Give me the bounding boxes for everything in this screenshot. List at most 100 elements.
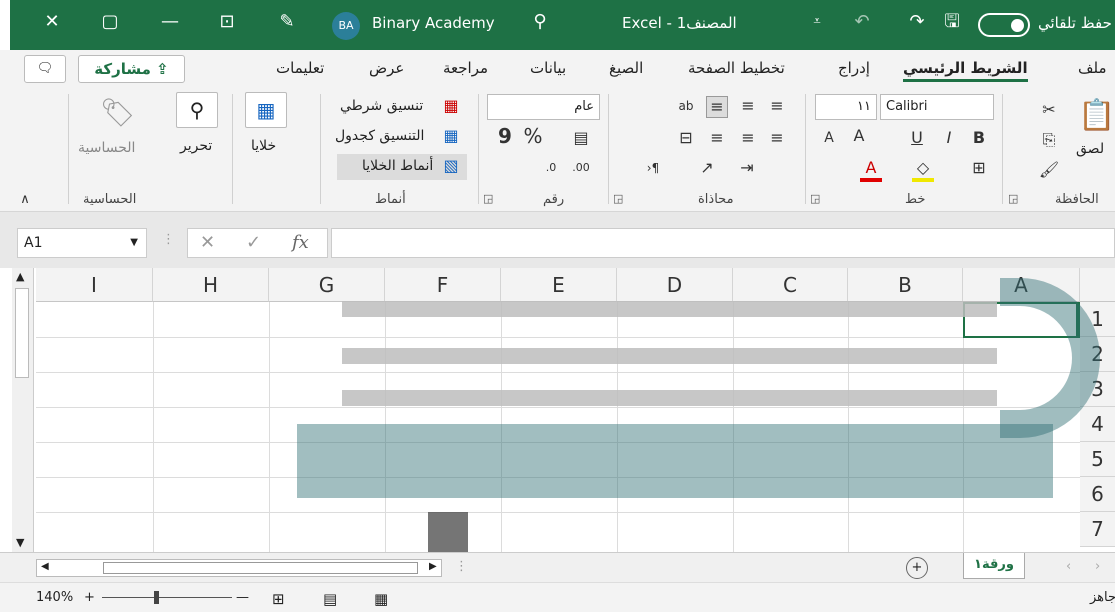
indent-icon[interactable]: ⇥ bbox=[736, 158, 758, 178]
conditional-formatting-icon[interactable]: ▦ bbox=[440, 96, 462, 116]
page-break-view-icon[interactable]: ⊞ bbox=[272, 590, 285, 608]
bold-button[interactable]: B bbox=[968, 128, 990, 148]
alignment-launcher-icon[interactable]: ◲ bbox=[613, 192, 623, 205]
sensitivity-label[interactable]: الحساسية bbox=[78, 140, 135, 156]
row-header-6[interactable]: 6 bbox=[1080, 477, 1115, 512]
autosave-toggle[interactable] bbox=[978, 13, 1030, 37]
increase-font-icon[interactable]: A bbox=[848, 126, 870, 146]
column-header-b[interactable]: B bbox=[848, 268, 963, 302]
increase-decimal-icon[interactable]: .0 bbox=[540, 158, 562, 178]
borders-icon[interactable]: ⊞ bbox=[968, 158, 990, 178]
underline-button[interactable]: U bbox=[906, 128, 928, 148]
text-direction-icon[interactable]: ›¶ bbox=[642, 158, 664, 178]
row-header-5[interactable]: 5 bbox=[1080, 442, 1115, 477]
drag-handle-icon[interactable]: ⋮ bbox=[162, 232, 175, 247]
customize-qat-icon[interactable]: ⩡ bbox=[805, 10, 829, 34]
tab-help[interactable]: تعليمات bbox=[276, 59, 324, 77]
percent-button[interactable]: % bbox=[522, 126, 544, 146]
column-header-g[interactable]: G bbox=[269, 268, 385, 302]
decrease-decimal-icon[interactable]: .00 bbox=[570, 158, 592, 178]
align-bottom-icon[interactable]: ≡ bbox=[706, 96, 728, 118]
tab-data[interactable]: بيانات bbox=[530, 59, 566, 77]
number-launcher-icon[interactable]: ◲ bbox=[483, 192, 493, 205]
collapse-ribbon-icon[interactable]: ∧ bbox=[14, 190, 36, 210]
sheet-tab-1[interactable]: ورقة١ bbox=[963, 553, 1025, 579]
wrap-text-icon[interactable]: ab bbox=[675, 96, 697, 116]
cut-icon[interactable]: ✂ bbox=[1038, 100, 1060, 120]
enter-icon[interactable]: ✓ bbox=[246, 229, 261, 257]
row-header-7[interactable]: 7 bbox=[1080, 512, 1115, 547]
paste-label[interactable]: لصق bbox=[1076, 141, 1104, 157]
prev-sheet-icon[interactable]: ‹ bbox=[1066, 559, 1071, 574]
align-middle-icon[interactable]: ≡ bbox=[737, 96, 759, 116]
cells-label[interactable]: خلايا bbox=[251, 138, 276, 154]
font-color-icon[interactable]: A bbox=[860, 158, 882, 182]
insert-function-icon[interactable]: fx bbox=[292, 229, 309, 257]
tab-insert[interactable]: إدراج bbox=[838, 59, 870, 77]
column-header-c[interactable]: C bbox=[733, 268, 848, 302]
comments-button[interactable]: 🗨 bbox=[24, 55, 66, 83]
align-center-icon[interactable]: ≡ bbox=[737, 128, 759, 148]
select-all-corner[interactable] bbox=[1080, 268, 1115, 302]
editing-label[interactable]: تحرير bbox=[180, 138, 212, 154]
tab-view[interactable]: عرض bbox=[369, 59, 404, 77]
page-layout-view-icon[interactable]: ▤ bbox=[323, 590, 337, 608]
font-size-select[interactable]: ١١ bbox=[815, 94, 877, 120]
horizontal-scrollbar[interactable]: ◀ ▶ bbox=[36, 559, 442, 577]
column-header-d[interactable]: D bbox=[617, 268, 733, 302]
align-right-icon[interactable]: ≡ bbox=[766, 128, 788, 148]
scroll-up-icon[interactable]: ▲ bbox=[16, 270, 24, 283]
paste-icon[interactable]: 📋 bbox=[1078, 98, 1115, 134]
zoom-in-icon[interactable]: + bbox=[84, 590, 95, 605]
editing-button[interactable]: ⚲ bbox=[176, 92, 218, 128]
tab-review[interactable]: مراجعة bbox=[443, 59, 488, 77]
scroll-right-icon[interactable]: ▶ bbox=[429, 561, 437, 572]
scroll-left-icon[interactable]: ◀ bbox=[41, 561, 49, 572]
column-header-e[interactable]: E bbox=[501, 268, 617, 302]
merge-center-icon[interactable]: ⊟ bbox=[675, 128, 697, 148]
zoom-slider-thumb[interactable] bbox=[154, 591, 159, 604]
redo-icon[interactable]: ↷ bbox=[905, 10, 929, 34]
column-header-f[interactable]: F bbox=[385, 268, 501, 302]
fill-color-icon[interactable]: ◇ bbox=[912, 158, 934, 182]
undo-icon[interactable]: ↶ bbox=[850, 10, 874, 34]
font-launcher-icon[interactable]: ◲ bbox=[810, 192, 820, 205]
font-name-select[interactable]: Calibri bbox=[880, 94, 994, 120]
comma-button[interactable]: 9 bbox=[494, 126, 516, 146]
minimize-icon[interactable]: — bbox=[158, 10, 182, 34]
zoom-out-icon[interactable]: — bbox=[236, 590, 249, 605]
tab-formulas[interactable]: الصيغ bbox=[609, 59, 643, 77]
normal-view-icon[interactable]: ▦ bbox=[374, 590, 388, 608]
number-format-select[interactable]: عام bbox=[487, 94, 600, 120]
ribbon-display-icon[interactable]: ⊡ bbox=[215, 10, 239, 34]
column-header-i[interactable]: I bbox=[36, 268, 153, 302]
tab-file[interactable]: ملف bbox=[1078, 59, 1107, 77]
close-icon[interactable]: ✕ bbox=[40, 10, 64, 34]
vertical-scrollbar[interactable]: ▲ ▼ bbox=[12, 268, 34, 552]
scroll-thumb[interactable] bbox=[15, 288, 29, 378]
conditional-formatting-button[interactable]: تنسيق شرطي bbox=[340, 98, 423, 114]
zoom-level[interactable]: 140% bbox=[36, 590, 73, 605]
split-handle-icon[interactable]: ⋮ bbox=[455, 559, 468, 574]
zoom-slider[interactable] bbox=[102, 597, 232, 598]
tab-home[interactable]: الشريط الرئيسي bbox=[903, 59, 1028, 82]
next-sheet-icon[interactable]: › bbox=[1095, 559, 1100, 574]
name-box[interactable]: A1 ▼ bbox=[17, 228, 147, 258]
row-header-4[interactable]: 4 bbox=[1080, 407, 1115, 442]
column-header-h[interactable]: H bbox=[153, 268, 269, 302]
share-button[interactable]: مشاركة ⇪ bbox=[78, 55, 185, 83]
copy-icon[interactable]: ⎘ bbox=[1038, 130, 1060, 150]
orientation-icon[interactable]: ↗ bbox=[696, 158, 718, 178]
format-as-table-button[interactable]: التنسيق كجدول bbox=[335, 128, 424, 144]
align-top-icon[interactable]: ≡ bbox=[766, 96, 788, 116]
clipboard-launcher-icon[interactable]: ◲ bbox=[1008, 192, 1018, 205]
scroll-thumb[interactable] bbox=[103, 562, 418, 574]
search-icon[interactable]: ⚲ bbox=[528, 10, 552, 34]
align-left-icon[interactable]: ≡ bbox=[706, 128, 728, 148]
formula-input[interactable] bbox=[331, 228, 1115, 258]
decrease-font-icon[interactable]: A bbox=[818, 128, 840, 148]
scroll-down-icon[interactable]: ▼ bbox=[16, 536, 24, 549]
user-name[interactable]: Binary Academy bbox=[372, 14, 495, 32]
format-as-table-icon[interactable]: ▦ bbox=[440, 126, 462, 146]
cancel-icon[interactable]: ✕ bbox=[200, 229, 215, 257]
